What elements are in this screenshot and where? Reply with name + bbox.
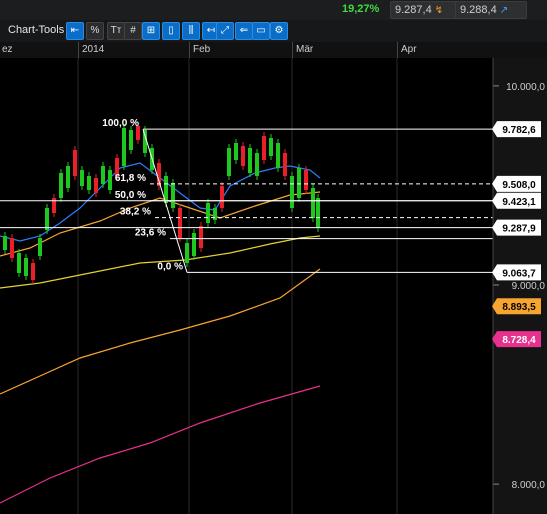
percent-button[interactable]: % (86, 22, 104, 40)
candle-body (227, 148, 231, 176)
fib-level-label: 61,8 % (115, 173, 146, 184)
candle-body (3, 236, 7, 250)
label-tool-button[interactable]: ⇐ (235, 22, 253, 40)
chart-toolbar: Chart-Tools ⇤% Tт # ⊞ ▯ ⫼ ↤ ⤢ ⇐ ▭ ⚙ (0, 20, 547, 55)
y-tick-label: 10.000,0 (506, 82, 545, 93)
ma-300-line (0, 385, 321, 504)
candle-body (199, 226, 203, 248)
ask-value: 9.288,4 (460, 4, 497, 16)
candle-body (185, 243, 189, 263)
candle-body (206, 203, 210, 223)
candle-body (10, 238, 14, 258)
candle-body (213, 208, 217, 220)
candle-body (38, 238, 42, 256)
text-tool-button[interactable]: Tт (107, 22, 125, 40)
candle-body (94, 178, 98, 193)
settings-button[interactable]: ⚙ (270, 22, 288, 40)
candle-body (262, 136, 266, 160)
price-label-text: 9.782,6 (502, 125, 536, 136)
price-label-text: 8.893,5 (502, 302, 536, 313)
candle-body (276, 143, 280, 168)
x-label-dec: ez (2, 44, 13, 55)
candle-body (255, 153, 259, 176)
candle-body (171, 183, 175, 208)
price-label-text: 9.508,0 (502, 180, 536, 191)
ask-quote[interactable]: 9.288,4 ↗ (455, 1, 527, 19)
x-label-apr: Apr (401, 44, 417, 55)
y-tick-label: 9.000,0 (512, 281, 546, 292)
x-tick (292, 42, 293, 58)
x-tick (78, 42, 79, 58)
x-label-2014: 2014 (82, 44, 105, 55)
x-tick (189, 42, 190, 58)
candle-body (220, 186, 224, 208)
candle-body (87, 176, 91, 190)
quote-bar: 19,27% 9.287,4 ↯ 9.288,4 ↗ (0, 0, 547, 21)
candle-body (101, 166, 105, 184)
candle-body (108, 170, 112, 190)
bar-chart-button[interactable]: ⫼ (182, 22, 200, 40)
fib-level-label: 100,0 % (102, 118, 139, 129)
crosshair-button[interactable]: ⊞ (142, 22, 160, 40)
grid-button[interactable]: # (124, 22, 142, 40)
price-label-text: 8.728,4 (502, 335, 536, 346)
candle-body (129, 130, 133, 150)
candlestick-button[interactable]: ▯ (162, 22, 180, 40)
chart-tools-label: Chart-Tools (8, 24, 65, 36)
bid-value: 9.287,4 (395, 4, 432, 16)
candle-body (316, 198, 320, 228)
candle-body (269, 138, 273, 156)
down-arrow-icon: ↯ (434, 5, 444, 16)
candle-body (17, 253, 21, 273)
x-label-feb: Feb (193, 44, 211, 55)
x-tick (397, 42, 398, 58)
fib-level-label: 0,0 % (157, 261, 183, 272)
up-arrow-icon: ↗ (499, 5, 509, 16)
candle-body (24, 258, 28, 276)
bid-quote[interactable]: 9.287,4 ↯ (390, 1, 458, 19)
candle-body (297, 168, 301, 198)
candle-body (304, 170, 308, 190)
fib-level-label: 38,2 % (120, 207, 151, 218)
candle-body (80, 170, 84, 186)
y-tick-label: 8.000,0 (512, 480, 546, 491)
chart-undo-button[interactable]: ⇤ (66, 22, 84, 40)
fib-level-label: 50,0 % (115, 190, 146, 201)
candle-body (178, 208, 182, 238)
candle-body (234, 143, 238, 160)
candle-body (66, 166, 70, 188)
price-label-text: 9.063,7 (502, 268, 536, 279)
candle-body (248, 148, 252, 173)
candle-body (45, 208, 49, 230)
candle-body (122, 128, 126, 166)
candle-body (52, 198, 56, 213)
candle-body (241, 146, 245, 166)
change-percent: 19,27% (342, 3, 380, 15)
candle-body (290, 176, 294, 208)
price-label-text: 9.423,1 (502, 197, 536, 208)
price-chart[interactable]: 100,0 % 61,8 % 50,0 % 38,2 % 23,6 % 0,0 % 10.0… (0, 58, 547, 514)
candle-body (311, 188, 315, 218)
x-label-mar: Mär (296, 44, 314, 55)
candle-body (283, 153, 287, 176)
delete-tool-button[interactable]: ▭ (252, 22, 270, 40)
candle-body (192, 233, 196, 256)
candle-body (59, 173, 63, 198)
ma-200-line (0, 268, 321, 395)
price-label-text: 9.287,9 (502, 224, 536, 235)
line-tool-button[interactable]: ⤢ (216, 22, 234, 40)
candle-body (31, 263, 35, 280)
candle-body (73, 150, 77, 176)
fib-level-label: 23,6 % (135, 228, 166, 239)
